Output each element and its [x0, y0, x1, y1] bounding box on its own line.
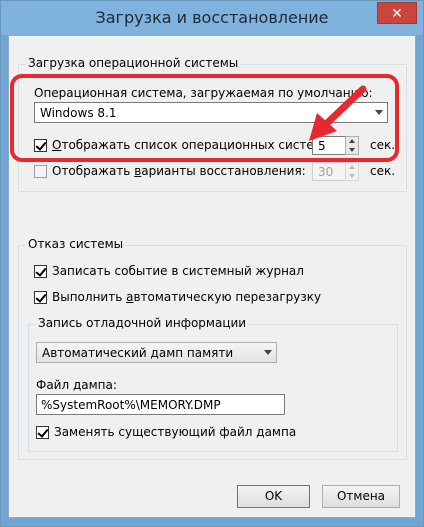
- log-event-checkbox[interactable]: [34, 265, 47, 278]
- window-title: Загрузка и восстановление: [95, 8, 329, 27]
- spin-down-icon[interactable]: [349, 174, 355, 178]
- close-icon: ✕: [391, 6, 403, 22]
- dump-file-value: %SystemRoot%\MEMORY.DMP: [41, 398, 221, 412]
- os-startup-group-title: Загрузка операционной системы: [26, 56, 241, 70]
- show-recovery-checkbox[interactable]: [34, 165, 47, 178]
- show-recovery-seconds-input[interactable]: 30: [312, 162, 346, 181]
- show-recovery-label-part1: Отображать: [52, 164, 135, 178]
- debug-info-group-title: Запись отладочной информации: [36, 316, 249, 330]
- close-button[interactable]: ✕: [377, 2, 417, 24]
- log-event-label: Записать событие в системный журнал: [52, 264, 304, 278]
- show-recovery-seconds-value: 30: [318, 165, 334, 179]
- dump-type-dropdown[interactable]: Автоматический дамп памяти: [36, 342, 277, 363]
- system-failure-group-title: Отказ системы: [26, 237, 126, 251]
- overwrite-dump-checkbox[interactable]: [36, 426, 49, 439]
- red-arrow-icon: [309, 85, 367, 141]
- auto-restart-checkbox[interactable]: [34, 291, 47, 304]
- dump-type-value: Автоматический дамп памяти: [42, 346, 234, 360]
- show-recovery-seconds-unit: сек.: [370, 164, 396, 178]
- auto-restart-label-part1: Выполнить: [52, 290, 127, 304]
- dump-file-input[interactable]: %SystemRoot%\MEMORY.DMP: [36, 394, 285, 415]
- cancel-button[interactable]: Отмена: [322, 485, 400, 508]
- title-bar[interactable]: Загрузка и восстановление ✕: [1, 1, 423, 35]
- spin-up-icon[interactable]: [349, 165, 355, 169]
- show-recovery-label: Отображать варианты восстановления:: [52, 164, 306, 178]
- show-recovery-label-part2: арианты восстановления:: [141, 164, 306, 178]
- dialog-window: Загрузка и восстановление ✕ Загрузка опе…: [0, 0, 424, 527]
- auto-restart-label: Выполнить автоматическую перезагрузку: [52, 290, 321, 304]
- chevron-down-icon: [264, 350, 272, 355]
- overwrite-dump-label: Заменять существующий файл дампа: [54, 425, 297, 439]
- show-recovery-spinner[interactable]: [345, 162, 359, 181]
- ok-button[interactable]: OK: [237, 485, 310, 508]
- auto-restart-label-part2: втоматическую перезагрузку: [133, 290, 322, 304]
- dump-file-label: Файл дампа:: [36, 378, 117, 392]
